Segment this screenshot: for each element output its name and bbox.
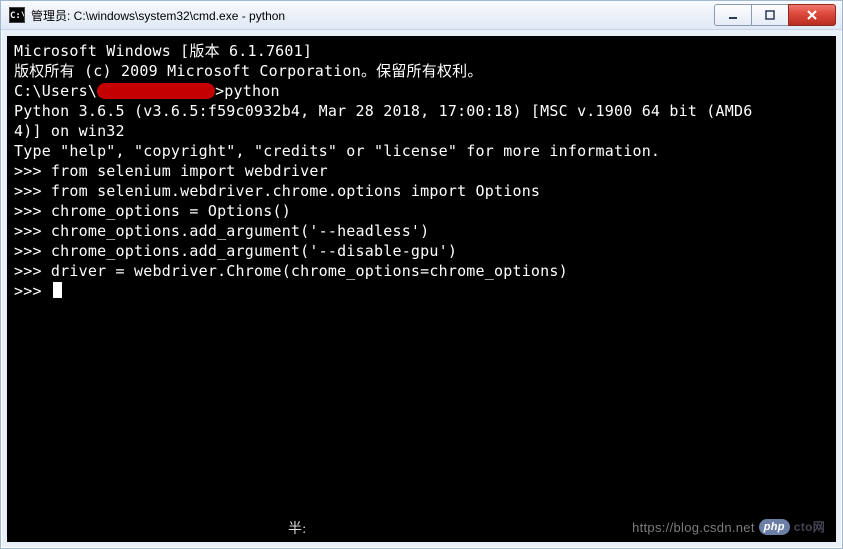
terminal-line: >>> from selenium import webdriver xyxy=(14,161,829,181)
close-button[interactable] xyxy=(788,4,836,26)
watermark-suffix: cto网 xyxy=(794,521,825,533)
prompt-suffix: >python xyxy=(215,82,280,100)
terminal-area[interactable]: Microsoft Windows [版本 6.1.7601]版权所有 (c) … xyxy=(7,36,836,542)
terminal-line: 4)] on win32 xyxy=(14,121,829,141)
terminal-line: C:\Users\ >python xyxy=(14,81,829,101)
close-icon xyxy=(806,9,818,21)
terminal-line: >>> from selenium.webdriver.chrome.optio… xyxy=(14,181,829,201)
terminal-line: Microsoft Windows [版本 6.1.7601] xyxy=(14,41,829,61)
terminal-line: Python 3.6.5 (v3.6.5:f59c0932b4, Mar 28 … xyxy=(14,101,829,121)
terminal-line: 版权所有 (c) 2009 Microsoft Corporation。保留所有… xyxy=(14,61,829,81)
window-title: 管理员: C:\windows\system32\cmd.exe - pytho… xyxy=(31,7,715,24)
footer-han-text: 半: xyxy=(288,523,306,537)
titlebar[interactable]: C:\ 管理员: C:\windows\system32\cmd.exe - p… xyxy=(1,1,842,30)
terminal-line: >>> chrome_options.add_argument('--headl… xyxy=(14,221,829,241)
minimize-button[interactable] xyxy=(714,4,752,26)
terminal-line: >>> chrome_options = Options() xyxy=(14,201,829,221)
prompt-prefix: C:\Users\ xyxy=(14,82,97,100)
window-frame: C:\ 管理员: C:\windows\system32\cmd.exe - p… xyxy=(0,0,843,549)
terminal-line: >>> driver = webdriver.Chrome(chrome_opt… xyxy=(14,261,829,281)
maximize-icon xyxy=(764,9,776,21)
watermark-url: https://blog.csdn.net xyxy=(632,521,755,534)
cmd-icon: C:\ xyxy=(9,7,25,23)
minimize-icon xyxy=(727,9,739,21)
window-controls xyxy=(715,4,836,24)
redacted-username xyxy=(97,83,215,99)
terminal-line: Type "help", "copyright", "credits" or "… xyxy=(14,141,829,161)
maximize-button[interactable] xyxy=(751,4,789,26)
watermark-badge: php xyxy=(759,519,790,535)
repl-prompt: >>> xyxy=(14,282,51,300)
watermark: https://blog.csdn.net phpcto网 xyxy=(632,519,825,535)
terminal-line: >>> xyxy=(14,281,829,301)
cursor xyxy=(53,282,62,298)
terminal-line: >>> chrome_options.add_argument('--disab… xyxy=(14,241,829,261)
